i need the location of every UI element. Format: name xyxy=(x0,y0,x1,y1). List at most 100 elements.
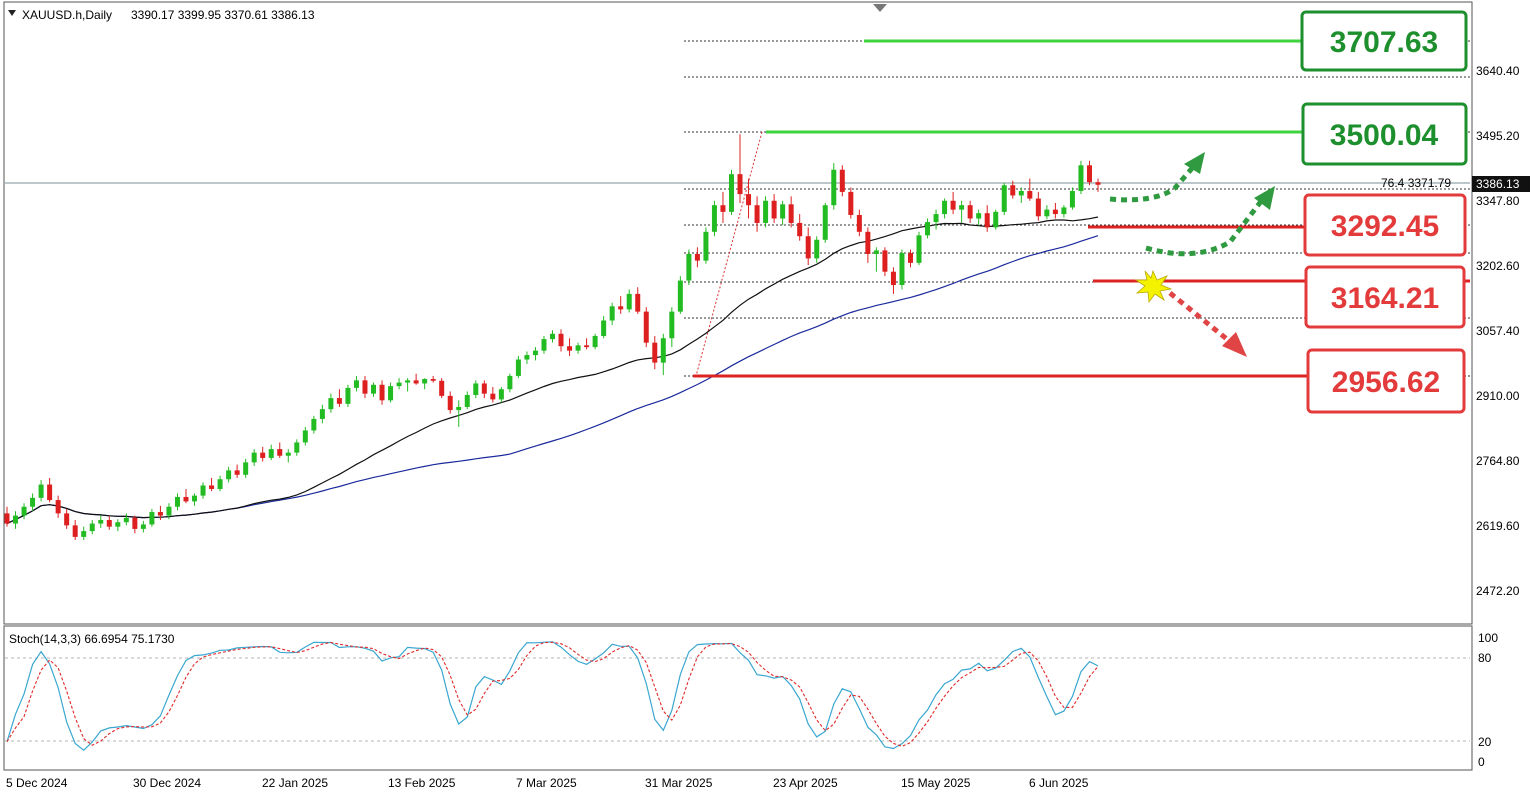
candle-body xyxy=(848,191,854,215)
candle-body xyxy=(805,236,811,259)
candle-body xyxy=(626,293,632,310)
candle-body xyxy=(319,409,325,419)
level-box-resistance-2[interactable]: 3707.63 xyxy=(1300,10,1468,72)
candle-body xyxy=(149,512,155,525)
candle-body xyxy=(422,379,428,384)
time-tick: 5 Dec 2024 xyxy=(6,776,68,790)
candle-body xyxy=(268,449,274,458)
level-box-support-3[interactable]: 2956.62 xyxy=(1306,348,1466,414)
time-axis: 5 Dec 2024 30 Dec 2024 22 Jan 2025 13 Fe… xyxy=(6,776,1089,790)
candle-body xyxy=(157,512,163,516)
price-tick: 2472.20 xyxy=(1476,584,1520,598)
candle-body xyxy=(1018,191,1024,196)
stochastic-label: Stoch(14,3,3) 66.6954 75.1730 xyxy=(9,632,175,646)
candle-body xyxy=(942,200,948,215)
candle-body xyxy=(413,380,419,384)
candle-body xyxy=(1001,185,1007,212)
candle-body xyxy=(405,380,411,383)
candle-body xyxy=(532,350,538,356)
stochastic-panel[interactable] xyxy=(3,625,1473,771)
candle-body xyxy=(515,359,521,376)
level-value-resistance-2: 3707.63 xyxy=(1330,26,1438,59)
chart-canvas[interactable]: XAUUSD.h,Daily 3390.17 3399.95 3370.61 3… xyxy=(0,0,1530,799)
ohlc-values: 3390.17 3399.95 3370.61 3386.13 xyxy=(131,8,315,22)
candle-body xyxy=(1069,191,1075,208)
candle-body xyxy=(567,346,573,351)
candle-body xyxy=(4,513,10,524)
candle-body xyxy=(839,169,845,192)
candle-body xyxy=(916,235,922,263)
candle-body xyxy=(865,231,871,254)
candle-body xyxy=(388,386,394,401)
candle-body xyxy=(447,395,453,411)
candle-body xyxy=(89,523,95,532)
candle-body xyxy=(703,231,709,261)
candle-body xyxy=(98,520,104,524)
candle-body xyxy=(933,214,939,223)
candle-body xyxy=(106,520,112,527)
candle-body xyxy=(763,200,769,223)
candle-body xyxy=(464,394,470,407)
candle-body xyxy=(746,194,752,206)
candle-body xyxy=(234,470,240,475)
level-value-support-2: 3164.21 xyxy=(1331,282,1439,315)
price-tick: 3202.60 xyxy=(1476,259,1520,273)
level-box-support-1[interactable]: 3292.45 xyxy=(1303,193,1467,257)
candle-body xyxy=(498,389,504,400)
candle-body xyxy=(950,200,956,210)
price-tick: 3640.40 xyxy=(1476,64,1520,78)
stoch-tick: 100 xyxy=(1478,631,1498,645)
candle-body xyxy=(609,306,615,321)
time-tick: 30 Dec 2024 xyxy=(133,776,201,790)
stochastic-axis: 100 80 20 0 xyxy=(1478,631,1498,769)
candle-body xyxy=(174,496,180,507)
candle-body xyxy=(13,515,19,524)
level-value-support-3: 2956.62 xyxy=(1332,366,1440,399)
candle-body xyxy=(601,320,607,337)
candle-body xyxy=(524,355,530,360)
candle-body xyxy=(592,336,598,348)
price-tick: 3495.20 xyxy=(1476,129,1520,143)
candle-body xyxy=(686,253,692,281)
trading-chart-window[interactable]: XAUUSD.h,Daily 3390.17 3399.95 3370.61 3… xyxy=(0,0,1530,799)
candle-body xyxy=(439,380,445,396)
time-tick: 6 Jun 2025 xyxy=(1029,776,1089,790)
candle-body xyxy=(140,524,146,529)
candle-body xyxy=(81,531,87,537)
candle-body xyxy=(652,342,658,363)
candle-body xyxy=(217,479,223,489)
main-price-panel[interactable] xyxy=(3,1,1473,625)
candle-body xyxy=(226,470,232,480)
candle-body xyxy=(328,398,334,410)
candle-body xyxy=(959,205,965,210)
price-tick: 2910.00 xyxy=(1476,389,1520,403)
level-box-resistance-1[interactable]: 3500.04 xyxy=(1301,102,1468,166)
candle-body xyxy=(618,306,624,310)
candle-body xyxy=(822,205,828,240)
candle-body xyxy=(720,205,726,212)
candle-body xyxy=(192,495,198,502)
candle-body xyxy=(1052,209,1058,215)
time-tick: 22 Jan 2025 xyxy=(262,776,328,790)
time-tick: 23 Apr 2025 xyxy=(773,776,838,790)
candle-body xyxy=(1078,165,1084,192)
candle-body xyxy=(993,211,999,228)
candle-body xyxy=(643,311,649,343)
candle-body xyxy=(1061,207,1067,215)
level-box-support-2[interactable]: 3164.21 xyxy=(1304,265,1466,329)
candle-body xyxy=(277,449,283,456)
time-tick: 13 Feb 2025 xyxy=(388,776,456,790)
symbol-label: XAUUSD.h,Daily xyxy=(22,8,112,22)
candle-body xyxy=(336,398,342,404)
candle-body xyxy=(260,452,266,458)
current-price-tag-text: 3386.13 xyxy=(1476,177,1520,191)
candle-body xyxy=(456,406,462,411)
candle-body xyxy=(541,339,547,351)
level-value-support-1: 3292.45 xyxy=(1331,210,1439,243)
candle-body xyxy=(660,338,666,363)
candle-body xyxy=(30,497,36,507)
candle-body xyxy=(1027,191,1033,199)
candle-body xyxy=(345,387,351,404)
candle-body xyxy=(984,213,990,228)
candle-body xyxy=(677,280,683,312)
